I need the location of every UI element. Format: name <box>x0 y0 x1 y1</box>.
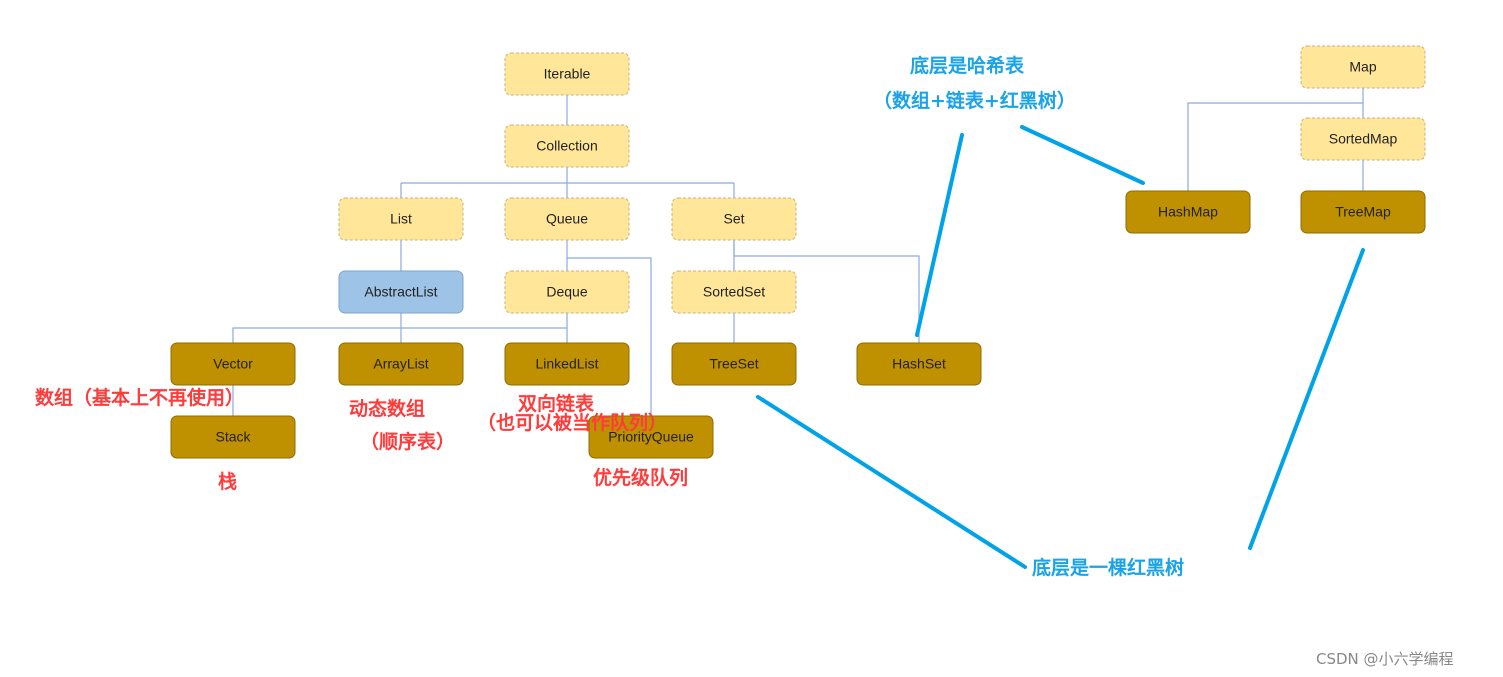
node-set: Set <box>671 197 797 241</box>
svg-text:AbstractList: AbstractList <box>364 284 437 300</box>
svg-text:Stack: Stack <box>215 429 251 445</box>
svg-text:HashMap: HashMap <box>1158 204 1218 220</box>
svg-text:Queue: Queue <box>546 211 588 227</box>
priorityqueue-note: 优先级队列 <box>593 466 688 489</box>
svg-text:Set: Set <box>723 211 744 227</box>
svg-text:HashSet: HashSet <box>892 356 946 372</box>
svg-text:TreeMap: TreeMap <box>1335 204 1391 220</box>
node-map: Map <box>1300 45 1426 89</box>
svg-text:SortedMap: SortedMap <box>1329 131 1398 147</box>
node-collection: Collection <box>504 124 630 168</box>
svg-text:Deque: Deque <box>546 284 587 300</box>
node-list: List <box>338 197 464 241</box>
svg-text:SortedSet: SortedSet <box>703 284 765 300</box>
node-hashmap: HashMap <box>1125 190 1251 234</box>
node-queue: Queue <box>504 197 630 241</box>
collection-hierarchy-diagram: Iterable Collection List Queue Set Abstr… <box>35 45 1454 668</box>
svg-text:Iterable: Iterable <box>544 66 591 82</box>
node-iterable: Iterable <box>504 52 630 96</box>
annotation-lines <box>756 125 1365 569</box>
vector-note: 数组（基本上不再使用） <box>35 386 244 409</box>
svg-text:Collection: Collection <box>536 138 597 154</box>
tree-note: 底层是一棵红黑树 <box>1032 556 1184 579</box>
svg-text:List: List <box>390 211 412 227</box>
svg-text:ArrayList: ArrayList <box>373 356 428 372</box>
node-linkedlist: LinkedList <box>504 342 630 386</box>
watermark: CSDN @小六学编程 <box>1316 650 1454 668</box>
node-sortedset: SortedSet <box>671 270 797 314</box>
node-sortedmap: SortedMap <box>1300 117 1426 161</box>
svg-text:Vector: Vector <box>213 356 253 372</box>
node-treeset: TreeSet <box>671 342 797 386</box>
node-vector: Vector <box>170 342 296 386</box>
node-stack: Stack <box>170 415 296 459</box>
svg-text:TreeSet: TreeSet <box>709 356 758 372</box>
node-hashset: HashSet <box>856 342 982 386</box>
node-deque: Deque <box>504 270 630 314</box>
node-treemap: TreeMap <box>1300 190 1426 234</box>
arraylist-note-1: 动态数组 <box>349 397 425 420</box>
linkedlist-note-2: （也可以被当作队列） <box>477 411 667 434</box>
svg-text:Map: Map <box>1349 59 1376 75</box>
hash-note-2: （数组+链表+红黑树） <box>873 89 1076 112</box>
node-arraylist: ArrayList <box>338 342 464 386</box>
hash-note-1: 底层是哈希表 <box>910 54 1025 77</box>
arraylist-note-2: （顺序表） <box>360 430 455 453</box>
node-abstractlist: AbstractList <box>338 270 464 314</box>
svg-text:LinkedList: LinkedList <box>535 356 598 372</box>
stack-note: 栈 <box>218 470 237 493</box>
